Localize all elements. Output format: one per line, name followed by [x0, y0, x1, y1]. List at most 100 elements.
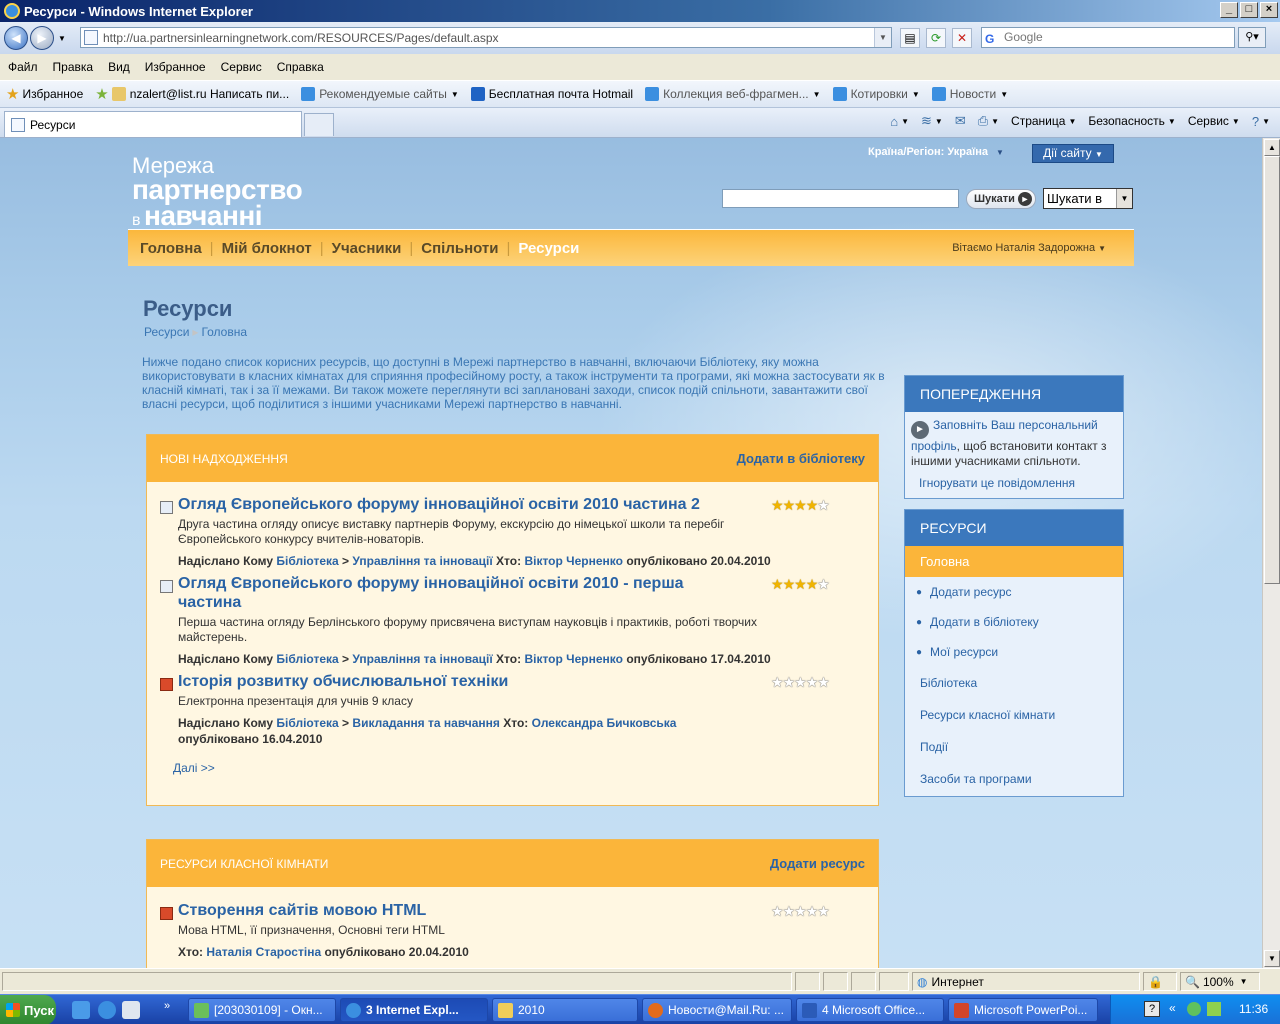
menu-tools[interactable]: Сервис	[221, 60, 262, 74]
star-empty-icon[interactable]: ★	[794, 674, 807, 690]
task-firefox[interactable]: Новости@Mail.Ru: ...	[642, 998, 792, 1022]
print-button[interactable]: ⎙ ▼	[978, 113, 999, 129]
author-link[interactable]: Наталія Старостіна	[206, 945, 321, 959]
protected-mode-icon[interactable]: 🔒	[1143, 972, 1177, 991]
resource-title[interactable]: Історія розвитку обчислювальної техніки	[178, 672, 748, 691]
star-empty-icon[interactable]: ★	[817, 674, 830, 690]
page-menu[interactable]: Страница ▼	[1011, 114, 1076, 128]
favorites-button[interactable]: ★ Избранное	[6, 85, 83, 103]
vertical-scrollbar[interactable]: ▲ ▼	[1262, 138, 1280, 968]
tools-menu[interactable]: Сервис ▼	[1188, 114, 1240, 128]
site-actions-button[interactable]: Дії сайту ▼	[1032, 144, 1114, 163]
stop-icon[interactable]: ✕	[952, 28, 972, 48]
resource-title[interactable]: Огляд Європейського форуму інноваційної …	[178, 495, 748, 514]
star-filled-icon[interactable]: ★	[794, 497, 807, 513]
star-filled-icon[interactable]: ★	[794, 576, 807, 592]
star-empty-icon[interactable]: ★	[771, 674, 784, 690]
more-link[interactable]: Далі >>	[173, 761, 878, 775]
history-dropdown-icon[interactable]: ▼	[58, 34, 66, 43]
star-empty-icon[interactable]: ★	[817, 497, 830, 513]
refresh-icon[interactable]: ⟳	[926, 28, 946, 48]
task-word[interactable]: 4 Microsoft Office...	[796, 998, 944, 1022]
new-tab-button[interactable]	[304, 113, 334, 136]
library-link[interactable]: Бібліотека	[276, 716, 338, 730]
start-button[interactable]: Пуск	[0, 995, 56, 1024]
category-link[interactable]: Викладання та навчання	[352, 716, 499, 730]
add-resource-link[interactable]: Додати ресурс	[770, 856, 865, 871]
help-button[interactable]: ? ▼	[1252, 114, 1270, 129]
star-rating[interactable]: ★★★★★	[771, 576, 830, 593]
search-input[interactable]: G Google	[981, 27, 1235, 48]
scroll-up-icon[interactable]: ▲	[1264, 139, 1280, 156]
resource-title[interactable]: Огляд Європейського форуму інноваційної …	[178, 574, 748, 612]
address-field[interactable]: http://ua.partnersinlearningnetwork.com/…	[80, 27, 892, 48]
help-icon[interactable]: ?	[1144, 1001, 1160, 1017]
close-button[interactable]: ×	[1260, 2, 1278, 18]
library-link[interactable]: Бібліотека	[276, 554, 338, 568]
category-link[interactable]: Управління та інновації	[352, 554, 492, 568]
quicklaunch-mail-icon[interactable]	[122, 1001, 140, 1019]
address-dropdown-icon[interactable]: ▼	[874, 28, 891, 47]
quicklaunch-desktop-icon[interactable]	[72, 1001, 90, 1019]
menu-file[interactable]: Файл	[8, 60, 38, 74]
task-folder-2010[interactable]: 2010	[492, 998, 638, 1022]
quicklaunch-ie-icon[interactable]	[98, 1001, 116, 1019]
compatibility-view-icon[interactable]: ▤	[900, 28, 920, 48]
zoom-level[interactable]: 🔍 100% ▼	[1180, 972, 1260, 991]
nav-notebook[interactable]: Мій блокнот	[222, 240, 312, 257]
security-zone[interactable]: ◍ Интернет	[912, 972, 1140, 991]
forward-button[interactable]: ▶	[30, 26, 54, 50]
sidebar-item-add-to-library[interactable]: ● Додати в бібліотеку	[905, 607, 1123, 637]
category-link[interactable]: Управління та інновації	[352, 652, 492, 666]
task-window-1[interactable]: [203030109] - Окн...	[188, 998, 336, 1022]
add-to-library-link[interactable]: Додати в бібліотеку	[737, 451, 865, 466]
nav-members[interactable]: Учасники	[332, 240, 402, 257]
star-rating[interactable]: ★★★★★	[771, 674, 830, 691]
region-selector[interactable]: Країна/Регіон: Україна ▼	[868, 146, 1004, 158]
site-search-button[interactable]: Шукати ►	[966, 189, 1036, 209]
quicklaunch-more-icon[interactable]: »	[164, 1000, 170, 1012]
menu-edit[interactable]: Правка	[53, 60, 94, 74]
search-go-button[interactable]: ⚲▾	[1238, 27, 1266, 48]
star-filled-icon[interactable]: ★	[783, 497, 796, 513]
star-empty-icon[interactable]: ★	[817, 903, 830, 919]
nav-home[interactable]: Головна	[140, 240, 202, 257]
safety-menu[interactable]: Безопасность ▼	[1088, 114, 1175, 128]
menu-view[interactable]: Вид	[108, 60, 130, 74]
author-link[interactable]: Олександра Бичковська	[532, 716, 677, 730]
task-powerpoint[interactable]: Microsoft PowerPoi...	[948, 998, 1098, 1022]
star-rating[interactable]: ★★★★★	[771, 903, 830, 920]
sidebar-item-home[interactable]: Головна	[905, 546, 1123, 577]
star-empty-icon[interactable]: ★	[806, 903, 819, 919]
scroll-thumb[interactable]	[1264, 156, 1280, 584]
menu-help[interactable]: Справка	[277, 60, 324, 74]
sidebar-item-tools[interactable]: Засоби та програми	[905, 763, 1123, 795]
sidebar-item-my-resources[interactable]: ● Мої ресурси	[905, 637, 1123, 667]
star-empty-icon[interactable]: ★	[783, 674, 796, 690]
sidebar-item-add-resource[interactable]: ● Додати ресурс	[905, 577, 1123, 607]
user-greeting-menu[interactable]: Вітаємо Наталія Задорожна ▼	[952, 242, 1106, 254]
fav-item-web-slices[interactable]: Коллекция веб-фрагмен... ▼	[645, 87, 821, 101]
network-icon[interactable]	[1187, 1002, 1201, 1016]
sidebar-item-library[interactable]: Бібліотека	[905, 667, 1123, 699]
maximize-button[interactable]: □	[1240, 2, 1258, 18]
home-button[interactable]: ⌂ ▼	[890, 114, 909, 129]
star-filled-icon[interactable]: ★	[806, 576, 819, 592]
fav-item-mail[interactable]: ★ nzalert@list.ru Написать пи...	[95, 85, 289, 103]
breadcrumb-home[interactable]: Головна	[201, 325, 247, 339]
search-scope-select[interactable]: Шукати в ▼	[1043, 188, 1133, 209]
back-button[interactable]: ◀	[4, 26, 28, 50]
author-link[interactable]: Віктор Черненко	[524, 554, 623, 568]
sidebar-item-classroom-resources[interactable]: Ресурси класної кімнати	[905, 699, 1123, 731]
resource-title[interactable]: Створення сайтів мовою HTML	[178, 901, 748, 920]
minimize-button[interactable]: _	[1220, 2, 1238, 18]
read-mail-button[interactable]: ✉	[955, 113, 966, 129]
security-icon[interactable]	[1207, 1002, 1221, 1016]
star-filled-icon[interactable]: ★	[771, 576, 784, 592]
star-empty-icon[interactable]: ★	[806, 674, 819, 690]
ignore-message-link[interactable]: Ігнорувати це повідомлення	[911, 476, 1117, 491]
site-logo[interactable]: Мережа партнерство в навчанні	[132, 155, 303, 230]
fav-item-quotes[interactable]: Котировки ▼	[832, 87, 920, 101]
star-empty-icon[interactable]: ★	[783, 903, 796, 919]
star-empty-icon[interactable]: ★	[817, 576, 830, 592]
